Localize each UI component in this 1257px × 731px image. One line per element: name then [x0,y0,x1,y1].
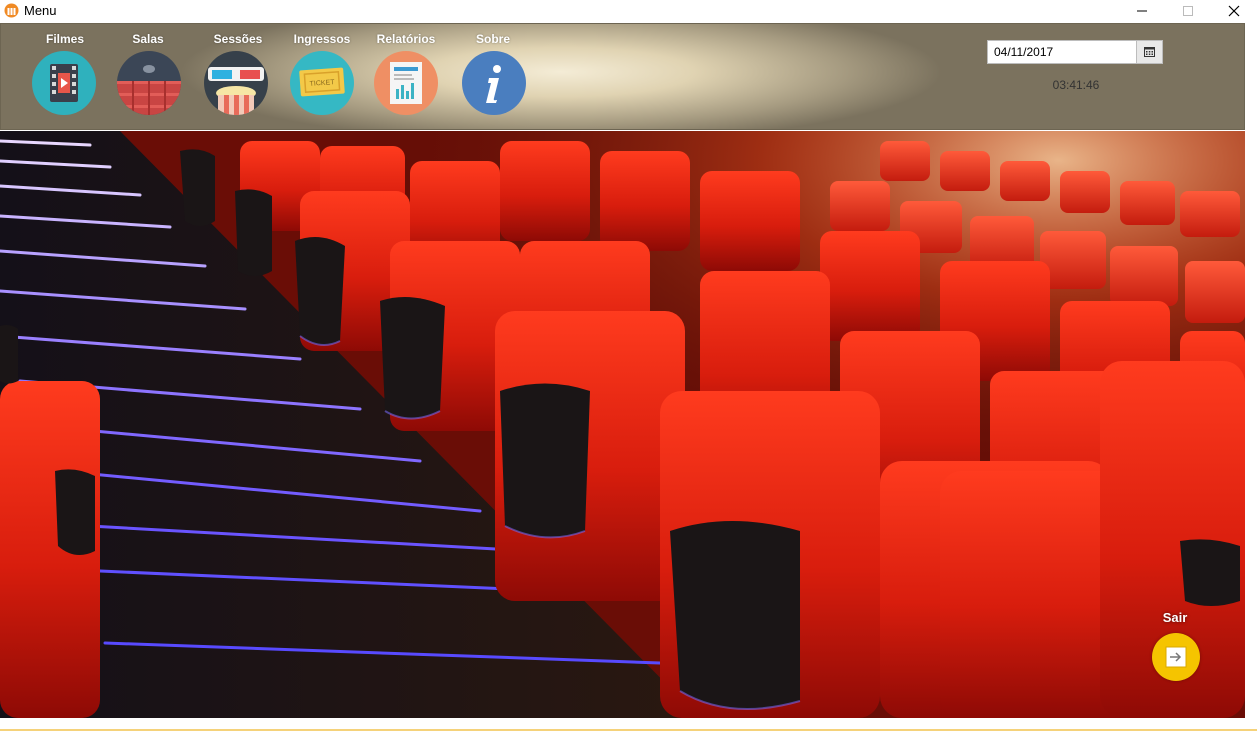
exit-button[interactable] [1152,633,1200,681]
window-title: Menu [24,3,57,18]
menu-item-relatorios[interactable]: Relatórios [366,31,446,47]
film-icon[interactable] [32,51,96,115]
clock-time: 03:41:46 [1052,78,1100,92]
menu-label-sobre: Sobre [475,32,510,46]
calendar-icon [1144,47,1155,57]
3d-glasses-popcorn-icon[interactable] [204,51,268,115]
menu-label-relatorios: Relatórios [376,32,436,46]
calendar-button[interactable] [1136,40,1163,64]
exit-icon [1165,646,1187,668]
app-icon [4,3,19,18]
close-icon [1228,5,1240,17]
title-bar: Menu [0,0,1257,22]
minimize-button[interactable] [1119,0,1165,22]
report-icon[interactable] [374,51,438,115]
menu-item-filmes[interactable]: Filmes [25,31,105,47]
menu-item-sobre[interactable]: Sobre [453,31,533,47]
cinema-background-image [0,131,1245,718]
info-icon[interactable] [462,51,526,115]
menu-label-ingressos: Ingressos [293,32,351,46]
cinema-hall-icon[interactable] [117,51,181,115]
menu-header: Filmes Salas Sessões Ingressos TICKET Re… [0,23,1245,130]
close-button[interactable] [1211,0,1257,22]
minimize-icon [1137,10,1147,12]
date-field[interactable]: 04/11/2017 [987,40,1137,64]
right-gutter [1245,23,1257,719]
menu-label-sessoes: Sessões [213,32,263,46]
menu-label-salas: Salas [132,32,164,46]
maximize-button[interactable] [1165,0,1211,22]
maximize-icon [1183,6,1193,16]
menu-item-ingressos[interactable]: Ingressos [282,31,362,47]
exit-label: Sair [1162,610,1188,625]
menu-item-sessoes[interactable]: Sessões [198,31,278,47]
menu-item-salas[interactable]: Salas [108,31,188,47]
ticket-icon[interactable]: TICKET [290,51,354,115]
menu-label-filmes: Filmes [45,32,84,46]
